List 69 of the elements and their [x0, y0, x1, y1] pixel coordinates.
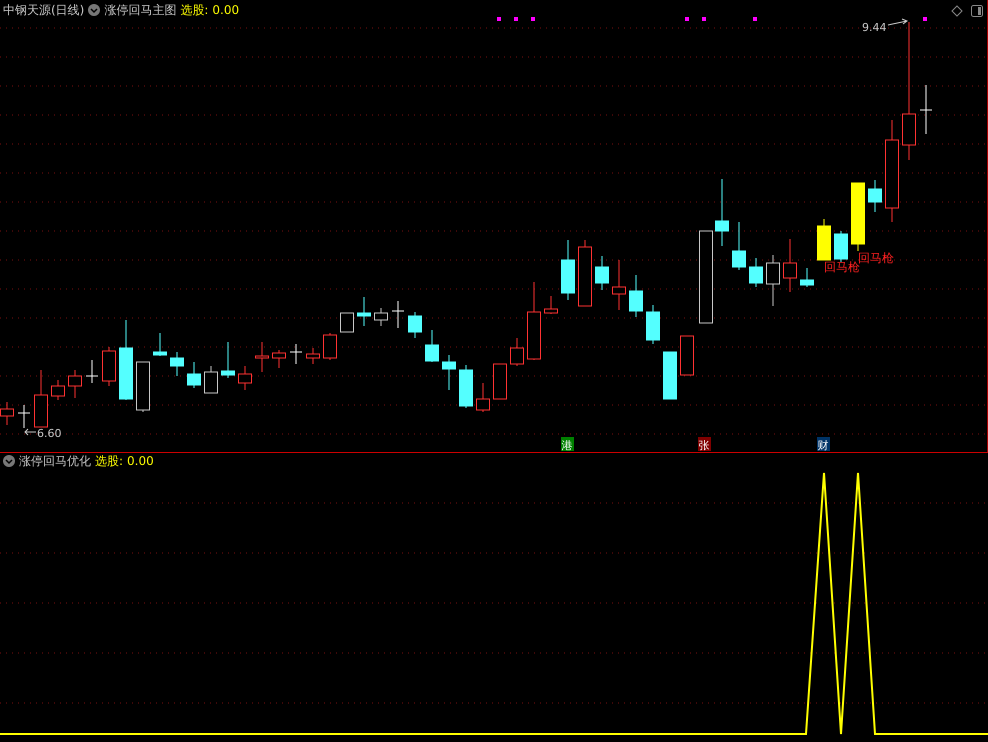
indicator-name: 涨停回马主图 [104, 3, 176, 17]
candlestick [408, 312, 422, 338]
candlestick [340, 312, 354, 332]
candlestick [86, 360, 98, 384]
signal-label: 回马枪 [858, 251, 894, 265]
candlestick [392, 300, 404, 328]
candlestick [136, 362, 150, 412]
candlestick [68, 370, 82, 398]
high-price-label: 9.44 [862, 21, 886, 34]
candlestick [749, 258, 763, 288]
signal-label: 回马枪 [824, 260, 860, 274]
tag-label: 财 [818, 439, 828, 452]
candlestick [920, 84, 932, 134]
candlestick [272, 350, 286, 368]
candlestick [476, 382, 490, 412]
candlestick [102, 346, 116, 386]
candlestick [170, 352, 184, 376]
candlestick [646, 304, 660, 344]
stock-title: 中钢天源(日线) [3, 3, 84, 17]
candlestick [510, 338, 524, 366]
candlestick [425, 330, 439, 362]
select-value: 0.00 [127, 454, 154, 468]
candlestick [715, 178, 729, 246]
candlestick [493, 364, 507, 400]
low-price-label: 6.60 [37, 427, 62, 440]
candlestick [374, 308, 388, 326]
candlestick [187, 362, 201, 388]
candlestick [442, 354, 456, 390]
candlestick [851, 182, 865, 252]
candlestick [663, 352, 677, 400]
candlestick [290, 344, 302, 364]
candlestick [153, 332, 167, 356]
candlestick [204, 366, 218, 394]
candlestick [306, 348, 320, 364]
candlestick [800, 268, 814, 288]
candlestick [766, 254, 780, 306]
candlestick [561, 240, 575, 300]
candlestick [544, 296, 558, 314]
candlestick [783, 238, 797, 292]
candlestick [18, 404, 30, 428]
tag-label: 港 [562, 439, 572, 452]
diamond-icon[interactable] [951, 5, 963, 17]
candlestick [612, 260, 626, 310]
candlestick [255, 342, 269, 372]
candlestick [459, 364, 473, 408]
select-value: 0.00 [212, 3, 240, 17]
candlestick [238, 366, 252, 390]
indicator-name: 涨停回马优化 [19, 454, 91, 468]
candlestick [834, 230, 848, 262]
candlestick [629, 274, 643, 318]
candlestick [732, 222, 746, 270]
candlestick [51, 380, 65, 400]
select-label: 选股: [95, 454, 124, 468]
candlestick [357, 296, 371, 326]
candlestick [221, 342, 235, 378]
tag-label: 张 [698, 439, 710, 452]
arrow-icon [888, 18, 908, 26]
dropdown-icon[interactable] [88, 4, 100, 16]
dropdown-icon[interactable] [3, 455, 15, 467]
candlestick [868, 180, 882, 212]
candlestick [323, 332, 337, 360]
panel-icon[interactable] [971, 5, 983, 17]
candlestick [578, 240, 592, 306]
candlestick [680, 336, 694, 376]
select-label: 选股: [180, 3, 208, 17]
candlestick [34, 370, 48, 428]
arrow-icon [24, 428, 36, 436]
candlestick [817, 218, 831, 260]
candlestick [595, 256, 609, 290]
